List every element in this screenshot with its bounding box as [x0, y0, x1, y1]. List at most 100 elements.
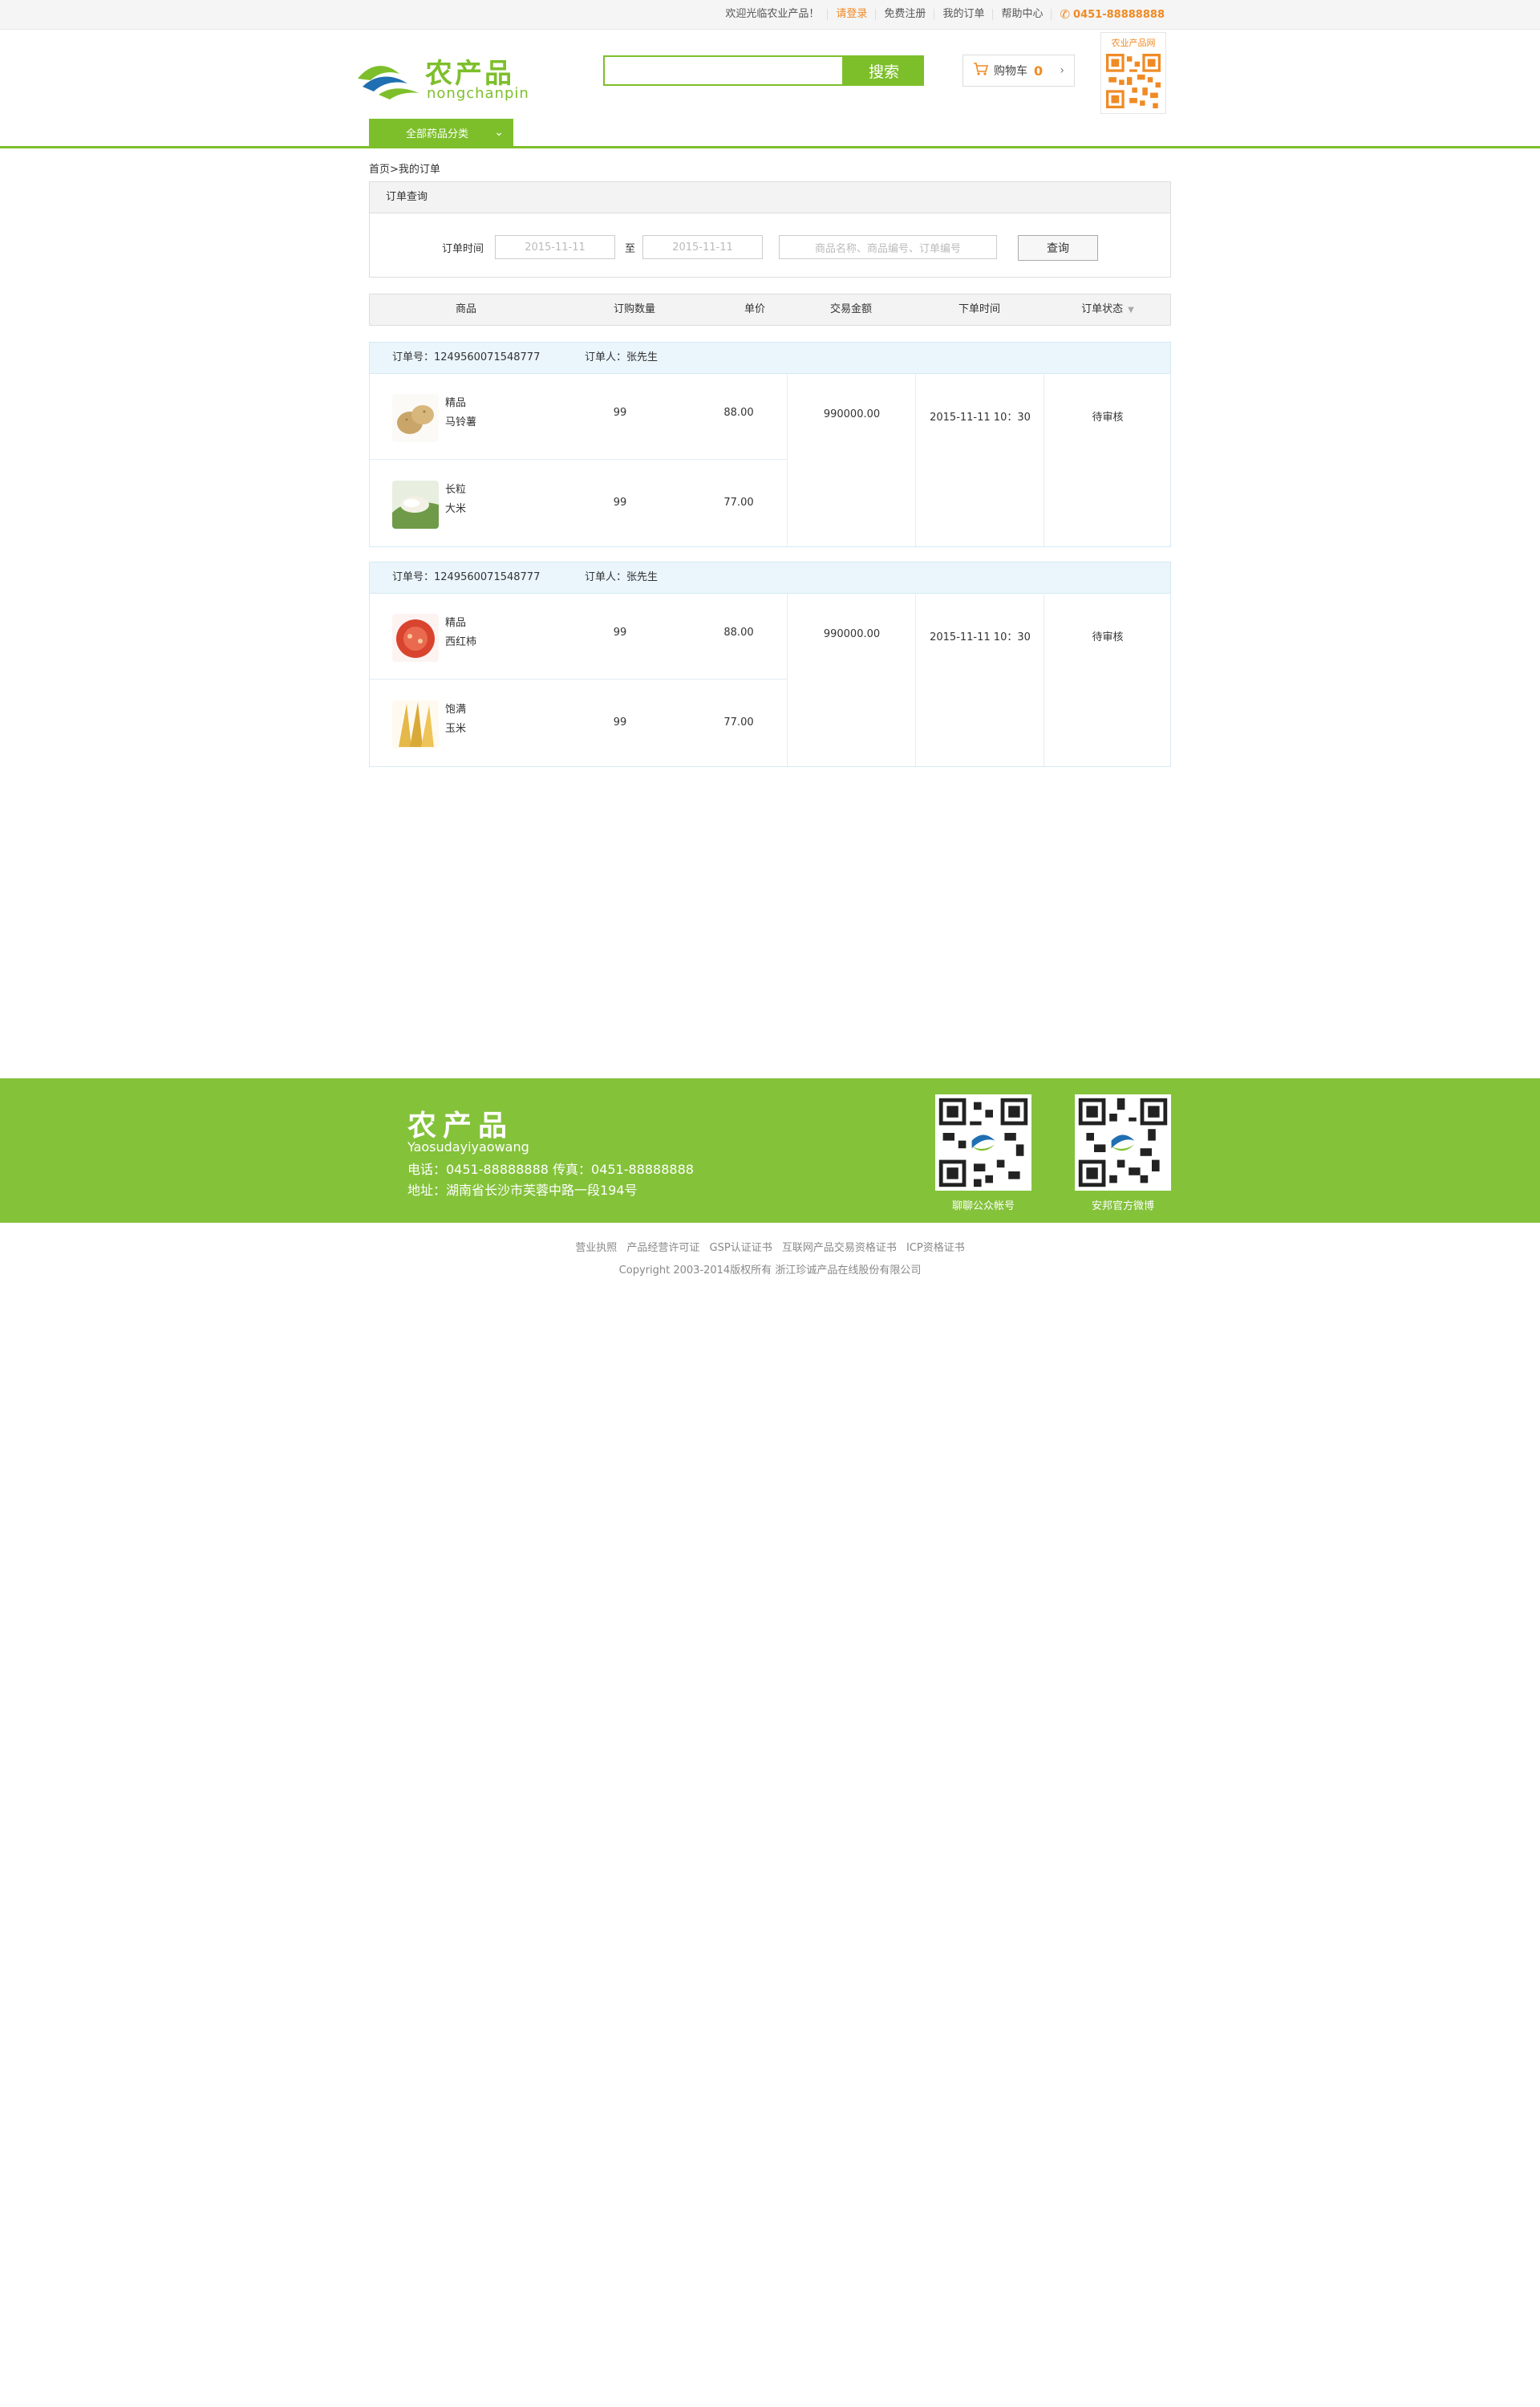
- order-status-cell: 待审核: [1044, 373, 1171, 546]
- order-status-cell: 待审核: [1044, 593, 1171, 766]
- footer-link-trade-cert[interactable]: 互联网产品交易资格证书: [782, 1242, 897, 1254]
- qr-caption: 农业产品网: [1111, 38, 1156, 48]
- footer-brand-subtitle: Yaosudayiyaowang: [407, 1139, 529, 1155]
- orders-table-header: 商品 订购数量 单价 交易金额 下单时间 订单状态 ▼: [369, 294, 1171, 326]
- order-card: 订单号：1249560071548777 订单人：张先生 精品 西红柿 99 8…: [369, 562, 1171, 767]
- login-link[interactable]: 请登录: [828, 9, 877, 20]
- order-query-panel: 订单查询 订单时间 2015-11-11 至 2015-11-11 商品名称、商…: [369, 181, 1171, 278]
- order-buyer: 订单人：张先生: [585, 351, 659, 363]
- welcome-text: 欢迎光临农业产品！: [717, 9, 829, 20]
- order-time-cell: 2015-11-11 10：30: [915, 373, 1044, 546]
- order-amount-cell: 990000.00: [787, 593, 916, 766]
- item-unit-price: 77.00: [723, 497, 754, 509]
- query-button[interactable]: 查询: [1018, 235, 1098, 261]
- footer-link-permit[interactable]: 产品经营许可证: [626, 1242, 699, 1254]
- item-unit-price: 77.00: [723, 716, 754, 729]
- footer-contact: 电话：0451-88888888 传真：0451-88888888: [407, 1162, 694, 1177]
- top-bar: 欢迎光临农业产品！ 请登录 免费注册 我的订单 帮助中心 ✆ 0451-8888…: [0, 0, 1540, 30]
- order-item-row[interactable]: 饱满 玉米 99 77.00: [370, 679, 787, 765]
- order-number: 订单号：1249560071548777: [392, 351, 541, 363]
- wechat-qr-code: [935, 1094, 1031, 1191]
- cart-icon: [973, 62, 989, 79]
- column-header-product: 商品: [455, 303, 476, 315]
- nav-divider: [0, 146, 1540, 148]
- order-time-cell: 2015-11-11 10：30: [915, 593, 1044, 766]
- cart-label: 购物车: [994, 65, 1027, 78]
- order-amount-cell: 990000.00: [787, 373, 916, 546]
- help-center-link[interactable]: 帮助中心: [993, 9, 1052, 20]
- search-input[interactable]: [603, 55, 844, 86]
- cart-button[interactable]: 购物车 0 ›: [962, 55, 1075, 87]
- qr-code-icon: [1075, 1094, 1171, 1191]
- corn-image: [392, 700, 439, 749]
- tomato-image: [392, 614, 439, 662]
- footer-link-license[interactable]: 营业执照: [575, 1242, 617, 1254]
- column-header-amount: 交易金额: [829, 303, 872, 315]
- weibo-qr-code: [1075, 1094, 1171, 1191]
- my-orders-link[interactable]: 我的订单: [934, 9, 994, 20]
- order-status: 待审核: [1092, 412, 1124, 424]
- item-quantity: 99: [613, 627, 627, 639]
- item-quantity: 99: [613, 716, 627, 729]
- product-name: 长粒 大米: [445, 484, 467, 515]
- footer-link-icp[interactable]: ICP资格证书: [906, 1242, 965, 1254]
- breadcrumb[interactable]: 首页>我的订单: [369, 160, 440, 176]
- product-name: 精品 马铃薯: [445, 397, 477, 428]
- keyword-input[interactable]: 商品名称、商品编号、订单编号: [779, 235, 997, 259]
- order-time: 2015-11-11 10：30: [930, 631, 1031, 643]
- order-amount: 990000.00: [823, 408, 881, 420]
- footer-links: 营业执照 产品经营许可证 GSP认证证书 互联网产品交易资格证书 ICP资格证书: [0, 1239, 1540, 1254]
- order-buyer: 订单人：张先生: [585, 571, 659, 583]
- weibo-qr-caption: 安邦官方微博: [1091, 1200, 1154, 1212]
- item-quantity: 99: [613, 407, 627, 419]
- order-status: 待审核: [1092, 631, 1124, 643]
- category-menu-label: 全部药品分类: [406, 128, 469, 140]
- order-header: 订单号：1249560071548777 订单人：张先生: [370, 562, 1170, 594]
- order-item-row[interactable]: 精品 西红柿 99 88.00: [370, 593, 787, 679]
- cart-count: 0: [1034, 63, 1044, 79]
- phone-number: 0451-88888888: [1073, 8, 1165, 21]
- phone-icon: ✆: [1060, 7, 1071, 22]
- order-number: 订单号：1249560071548777: [392, 571, 541, 583]
- qr-code-icon: [935, 1094, 1031, 1191]
- chevron-down-icon: ⌄: [494, 126, 504, 139]
- register-link[interactable]: 免费注册: [876, 9, 935, 20]
- order-card: 订单号：1249560071548777 订单人：张先生 精品 马铃薯 99 8…: [369, 342, 1171, 547]
- item-unit-price: 88.00: [723, 407, 754, 419]
- search-button[interactable]: 搜索: [844, 55, 924, 86]
- wechat-qr-caption: 聊聊公众帐号: [951, 1200, 1015, 1212]
- order-item-row[interactable]: 精品 马铃薯 99 88.00: [370, 373, 787, 459]
- date-to-label: 至: [625, 243, 636, 255]
- order-time-label: 订单时间: [442, 243, 484, 255]
- date-to-input[interactable]: 2015-11-11: [642, 235, 763, 259]
- product-name: 饱满 玉米: [445, 704, 467, 735]
- copyright-text: Copyright 2003-2014版权所有 浙江珍诚产品在线股份有限公司: [618, 1264, 922, 1277]
- order-amount: 990000.00: [823, 628, 881, 640]
- column-header-quantity: 订购数量: [613, 303, 655, 315]
- footer-address: 地址：湖南省长沙市芙蓉中路一段194号: [407, 1183, 638, 1198]
- qr-code-icon: [1106, 54, 1161, 108]
- potato-image: [392, 394, 439, 442]
- sort-down-icon: ▼: [1128, 306, 1134, 315]
- category-menu-button[interactable]: 全部药品分类 ⌄: [369, 119, 513, 146]
- header-qr-code: 农业产品网: [1100, 32, 1166, 114]
- site-footer: 农产品 Yaosudayiyaowang 电话：0451-88888888 传真…: [0, 1078, 1540, 1223]
- column-header-order-time: 下单时间: [958, 303, 1000, 315]
- footer-brand: 农产品: [407, 1110, 514, 1143]
- order-item-row[interactable]: 长粒 大米 99 77.00: [370, 459, 787, 546]
- column-header-status-wrap[interactable]: 订单状态 ▼: [1044, 294, 1172, 326]
- footer-link-gsp[interactable]: GSP认证证书: [710, 1242, 772, 1254]
- item-unit-price: 88.00: [723, 627, 754, 639]
- item-quantity: 99: [613, 497, 627, 509]
- logo-subtitle: nongchanpin: [427, 85, 529, 102]
- rice-image: [392, 481, 439, 529]
- logo-mark-icon: [358, 66, 419, 99]
- order-header: 订单号：1249560071548777 订单人：张先生: [370, 343, 1170, 374]
- column-header-status: 订单状态: [1081, 303, 1124, 315]
- site-logo[interactable]: 农产品 nongchanpin: [355, 48, 539, 106]
- order-time: 2015-11-11 10：30: [930, 412, 1031, 424]
- product-name: 精品 西红柿: [445, 617, 477, 648]
- chevron-right-icon: ›: [1060, 64, 1064, 77]
- date-from-input[interactable]: 2015-11-11: [495, 235, 615, 259]
- order-query-title: 订单查询: [370, 182, 1170, 213]
